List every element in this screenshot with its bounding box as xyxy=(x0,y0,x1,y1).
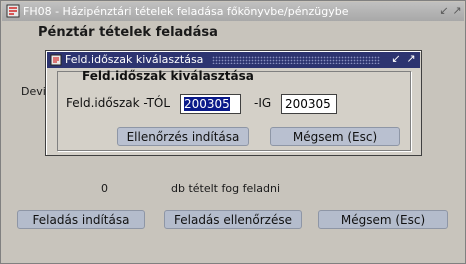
titlebar-pattern xyxy=(212,56,380,64)
from-label: Feld.időszak -TÓL xyxy=(66,96,171,110)
deviza-label: Devi xyxy=(21,85,46,98)
to-value: 200305 xyxy=(285,97,331,111)
panel-title: Pénztár tételek feladása xyxy=(38,25,218,40)
minimize-icon[interactable]: ↙ xyxy=(438,5,450,17)
window-titlebar[interactable]: FH08 - Házipénztári tételek feladása fők… xyxy=(2,2,464,21)
dialog-title: Feld.időszak kiválasztása xyxy=(65,53,204,66)
count-text: db tételt fog feladni xyxy=(171,182,281,195)
from-value: 200305 xyxy=(184,97,230,111)
dialog-cancel-button[interactable]: Mégsem (Esc) xyxy=(270,127,400,146)
to-label: -IG xyxy=(254,96,272,110)
maximize-icon[interactable]: ↗ xyxy=(451,5,463,17)
group-title: Feld.időszak kiválasztása xyxy=(82,69,254,83)
post-button[interactable]: Feladás indítása xyxy=(17,210,145,229)
from-field[interactable]: 200305 xyxy=(180,94,241,114)
main-cancel-button[interactable]: Mégsem (Esc) xyxy=(318,210,448,229)
dialog-maximize-icon[interactable]: ↗ xyxy=(405,53,417,65)
check-post-button[interactable]: Feladás ellenőrzése xyxy=(164,210,302,229)
window-title: FH08 - Házipénztári tételek feladása fők… xyxy=(23,5,349,18)
count-value: 0 xyxy=(101,182,108,195)
app-icon xyxy=(6,4,20,18)
dialog-titlebar[interactable]: Feld.időszak kiválasztása ↙ ↗ xyxy=(47,52,420,68)
to-field[interactable]: 200305 xyxy=(281,94,337,114)
dialog-minimize-icon[interactable]: ↙ xyxy=(390,53,402,65)
dialog-check-button[interactable]: Ellenőrzés indítása xyxy=(117,127,249,146)
dialog-icon xyxy=(50,54,62,66)
